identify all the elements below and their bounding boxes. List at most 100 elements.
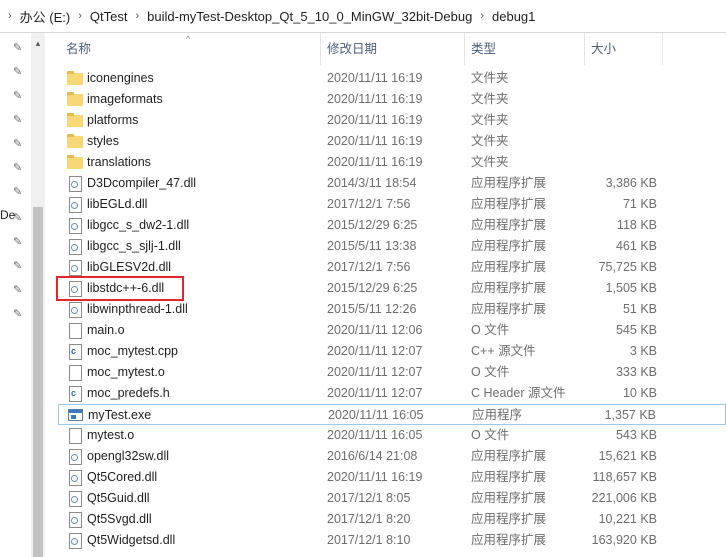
file-icon [69,323,82,339]
column-divider[interactable] [662,33,663,65]
file-type: 应用程序 [472,408,523,422]
file-type: O 文件 [471,428,510,442]
file-row[interactable]: Qt5Svgd.dll 2017/12/1 8:20 应用程序扩展 10,221 KB [58,509,726,530]
file-row[interactable]: translations 2020/11/11 16:19 文件夹 [58,152,726,173]
nav-item-label[interactable]: De [0,208,15,222]
column-header-size[interactable]: 大小 [591,33,616,65]
file-row[interactable]: libwinpthread-1.dll 2015/5/11 12:26 应用程序扩展… [58,299,726,320]
file-row[interactable]: moc_mytest.o 2020/11/11 12:07 O 文件 333 KB [58,362,726,383]
pin-icon[interactable]: ✎ [13,114,25,126]
file-modified-date: 2015/12/29 6:25 [327,281,418,295]
folder-icon [67,134,83,148]
file-row[interactable]: Qt5Cored.dll 2020/11/11 16:19 应用程序扩展 118,65… [58,467,726,488]
column-header-type[interactable]: 类型 [471,33,496,65]
dll-icon [69,218,82,234]
file-row[interactable]: Qt5Guid.dll 2017/12/1 8:05 应用程序扩展 221,006 K… [58,488,726,509]
file-row[interactable]: libEGLd.dll 2017/12/1 7:56 应用程序扩展 71 KB [58,194,726,215]
pin-icon[interactable]: ✎ [13,284,25,296]
dll-icon [69,302,82,318]
file-modified-date: 2017/12/1 8:20 [327,512,411,526]
column-divider[interactable] [464,33,465,65]
file-row[interactable]: styles 2020/11/11 16:19 文件夹 [58,131,726,152]
file-row[interactable]: Qt5Widgetsd.dll 2017/12/1 8:10 应用程序扩展 163,9… [58,530,726,551]
file-modified-date: 2020/11/11 12:07 [327,344,423,358]
file-row[interactable]: imageformats 2020/11/11 16:19 文件夹 [58,89,726,110]
column-header-date[interactable]: 修改日期 [327,33,377,65]
column-header-name[interactable]: 名称 [66,33,91,65]
file-row[interactable]: libGLESV2d.dll 2017/12/1 7:56 应用程序扩展 75,725… [58,257,726,278]
chevron-right-icon[interactable]: › [131,10,143,22]
file-name: styles [87,134,119,148]
chevron-right-icon[interactable]: › [476,10,488,22]
c-header-icon: c [69,386,82,402]
folder-icon [67,113,83,127]
file-row[interactable]: D3Dcompiler_47.dll 2014/3/11 18:54 应用程序扩展 3… [58,173,726,194]
file-row[interactable]: platforms 2020/11/11 16:19 文件夹 [58,110,726,131]
file-row[interactable]: libgcc_s_dw2-1.dll 2015/12/29 6:25 应用程序扩展 1… [58,215,726,236]
file-size: 51 KB [622,302,657,316]
breadcrumb-drive[interactable]: 办公 (E:) [16,7,75,26]
file-type: 文件夹 [471,71,509,85]
file-size: 71 KB [622,197,657,211]
file-modified-date: 2017/12/1 8:10 [327,533,411,547]
file-row[interactable]: c moc_mytest.cpp 2020/11/11 12:07 C++ 源文件 3 … [58,341,726,362]
file-modified-date: 2015/5/11 13:38 [327,239,417,253]
breadcrumb-debug1[interactable]: debug1 [488,9,539,24]
pin-icon[interactable]: ✎ [13,162,25,174]
file-modified-date: 2020/11/11 16:19 [327,155,423,169]
highlight-box [56,276,184,301]
pin-icon[interactable]: ✎ [13,66,25,78]
pin-icon[interactable]: ✎ [13,236,25,248]
breadcrumb-qttest[interactable]: QtTest [86,9,132,24]
chevron-right-icon[interactable]: › [4,10,16,22]
file-size: 333 KB [615,365,657,379]
file-modified-date: 2020/11/11 12:07 [327,386,423,400]
dll-icon [69,260,82,276]
file-icon [69,365,82,381]
folder-icon [67,71,83,85]
file-row[interactable]: main.o 2020/11/11 12:06 O 文件 545 KB [58,320,726,341]
file-name: D3Dcompiler_47.dll [87,176,197,190]
nav-scrollbar[interactable]: ▲ [31,33,45,557]
file-name: iconengines [87,71,154,85]
file-type: 应用程序扩展 [471,218,547,232]
file-name: moc_predefs.h [87,386,170,400]
file-name: myTest.exe [88,408,152,422]
file-type: 应用程序扩展 [471,260,547,274]
pin-icon[interactable]: ✎ [13,138,25,150]
dll-icon [69,533,82,549]
file-type: 应用程序扩展 [471,197,547,211]
pin-icon[interactable]: ✎ [13,308,25,320]
file-type: 应用程序扩展 [471,470,547,484]
file-row[interactable]: c moc_predefs.h 2020/11/11 12:07 C Header 源… [58,383,726,404]
column-divider[interactable] [320,33,321,65]
address-bar[interactable]: › 办公 (E:) › QtTest › build-myTest-Deskto… [0,0,726,33]
column-divider[interactable] [584,33,585,65]
breadcrumb-build[interactable]: build-myTest-Desktop_Qt_5_10_0_MinGW_32b… [143,9,476,24]
scrollbar-thumb[interactable] [33,207,43,557]
file-name: platforms [87,113,139,127]
file-modified-date: 2020/11/11 16:19 [327,134,423,148]
file-modified-date: 2020/11/11 12:06 [327,323,423,337]
scroll-up-icon[interactable]: ▲ [31,39,45,48]
file-type: 文件夹 [471,92,509,106]
pin-icon[interactable]: ✎ [13,186,25,198]
file-type: 文件夹 [471,155,509,169]
file-row[interactable]: libgcc_s_sjlj-1.dll 2015/5/11 13:38 应用程序扩展… [58,236,726,257]
file-type: 应用程序扩展 [471,491,547,505]
file-row[interactable]: mytest.o 2020/11/11 16:05 O 文件 543 KB [58,425,726,446]
file-row[interactable]: iconengines 2020/11/11 16:19 文件夹 [58,68,726,89]
folder-icon [67,155,83,169]
file-row[interactable]: opengl32sw.dll 2016/6/14 21:08 应用程序扩展 15,62… [58,446,726,467]
file-modified-date: 2020/11/11 16:19 [327,470,423,484]
file-modified-date: 2016/6/14 21:08 [327,449,418,463]
file-type: O 文件 [471,365,510,379]
chevron-right-icon[interactable]: › [74,10,86,22]
file-name: Qt5Widgetsd.dll [87,533,176,547]
file-row[interactable]: myTest.exe 2020/11/11 16:05 应用程序 1,357 KB [58,404,726,425]
file-type: 应用程序扩展 [471,239,547,253]
file-type: 文件夹 [471,113,509,127]
pin-icon[interactable]: ✎ [13,260,25,272]
pin-icon[interactable]: ✎ [13,90,25,102]
pin-icon[interactable]: ✎ [13,42,25,54]
